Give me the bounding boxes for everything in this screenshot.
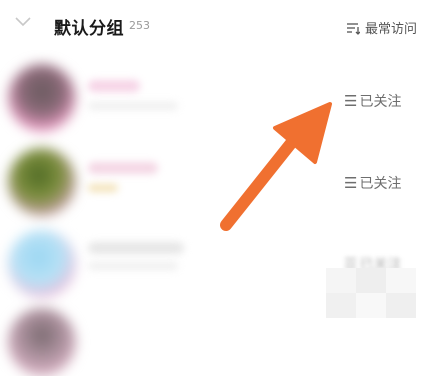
annotation-arrow-icon (220, 102, 332, 231)
